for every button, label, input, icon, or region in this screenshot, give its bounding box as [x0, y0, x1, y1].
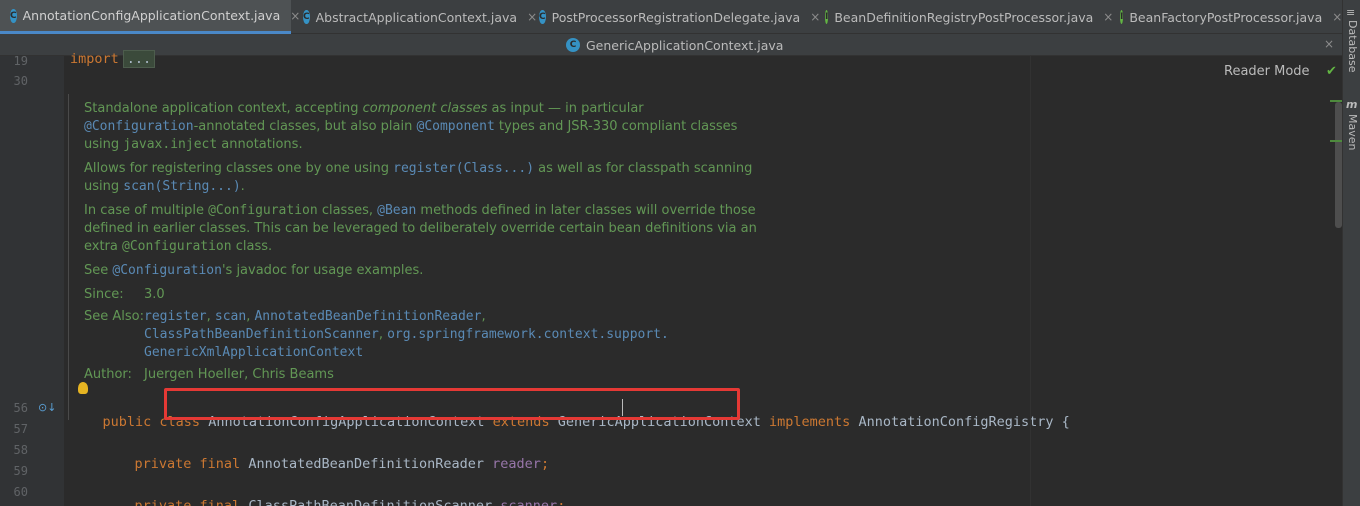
doc-link-bean[interactable]: @Bean — [377, 203, 416, 218]
doc-emphasis: component classes — [362, 101, 488, 116]
line-number-gutter: 19 30 56 57 58 59 60 ⊙↓ — [0, 54, 64, 506]
import-keyword: import — [70, 51, 119, 67]
doc-author-label: Author: — [84, 367, 132, 382]
doc-text: Allows for registering classes one by on… — [84, 161, 394, 176]
tab-label: PostProcessorRegistrationDelegate.java — [551, 9, 801, 25]
scrollbar-marker — [1330, 140, 1342, 142]
class-icon: C — [10, 8, 17, 23]
tab-annotation-config-application-context[interactable]: C AnnotationConfigApplicationContext.jav… — [0, 0, 300, 34]
code-line-60: private final ClassPathBeanDefinitionSca… — [102, 482, 566, 506]
maven-icon[interactable]: m — [1346, 98, 1357, 111]
database-tool-button[interactable]: Database — [1346, 20, 1359, 73]
line-number: 19 — [13, 54, 28, 68]
interface-icon: I — [1120, 10, 1124, 24]
doc-link-register[interactable]: register — [144, 309, 207, 324]
red-highlight-box — [164, 388, 740, 420]
close-icon[interactable]: × — [1324, 37, 1334, 51]
doc-link-configuration[interactable]: @Configuration — [112, 263, 222, 278]
tab-label: BeanFactoryPostProcessor.java — [1129, 9, 1323, 25]
doc-see-also-label: See Also: — [84, 309, 144, 324]
doc-link-generic-xml-context[interactable]: GenericXmlApplicationContext — [144, 345, 363, 360]
tab-label: GenericApplicationContext.java — [586, 37, 784, 53]
tab-label: AbstractApplicationContext.java — [315, 9, 518, 25]
doc-link-scan[interactable]: scan — [215, 309, 246, 324]
reader-mode-button[interactable]: Reader Mode — [1224, 64, 1310, 79]
doc-code: javax.inject — [123, 137, 218, 152]
doc-see-also-row: See Also: register, scan, AnnotatedBeanD… — [84, 309, 669, 360]
tab-bean-factory-post-processor[interactable]: I BeanFactoryPostProcessor.java × — [1110, 0, 1342, 34]
right-margin-guide — [1030, 56, 1031, 506]
doc-text: as input — in particular — [487, 101, 644, 116]
doc-since-row: Since: 3.0 — [84, 286, 758, 304]
line-number: 60 — [13, 485, 28, 499]
doc-author-value: Juergen Hoeller, Chris Beams — [144, 367, 334, 382]
tab-bean-definition-registry-post-processor[interactable]: I BeanDefinitionRegistryPostProcessor.ja… — [815, 0, 1113, 34]
text-cursor — [622, 399, 623, 416]
database-icon[interactable]: ≡ — [1346, 6, 1355, 19]
doc-text: In case of multiple — [84, 203, 209, 218]
doc-since-value: 3.0 — [144, 287, 165, 302]
code-keyword: implements — [769, 414, 859, 430]
doc-code: @Configuration — [208, 203, 318, 218]
inspection-ok-icon[interactable]: ✔ — [1326, 64, 1337, 79]
maven-tool-button[interactable]: Maven — [1346, 114, 1359, 150]
doc-link-register[interactable]: register(Class...) — [393, 161, 534, 176]
tab-abstract-application-context[interactable]: C AbstractApplicationContext.java × — [293, 0, 537, 34]
class-icon: C — [539, 10, 546, 24]
line-number: 56 — [13, 401, 28, 415]
field-name: scanner — [500, 498, 558, 506]
line-number: 57 — [13, 422, 28, 436]
code-punct: ; — [557, 498, 566, 506]
code-punct: ; — [540, 456, 550, 472]
doc-link-configuration[interactable]: @Configuration — [84, 119, 194, 134]
tab-generic-application-context[interactable]: C GenericApplicationContext.java — [566, 34, 783, 56]
close-icon[interactable]: × — [1332, 10, 1342, 24]
doc-link-scan[interactable]: scan(String...) — [123, 179, 240, 194]
doc-link-scanner[interactable]: ClassPathBeanDefinitionScanner — [144, 327, 379, 342]
scrollbar-thumb[interactable] — [1335, 102, 1342, 228]
code-keyword: private final — [134, 456, 249, 472]
doc-text: classes, — [317, 203, 378, 218]
doc-text: -annotated classes, but also plain — [193, 119, 417, 134]
doc-text: Standalone application context, acceptin… — [84, 101, 363, 116]
tab-label: BeanDefinitionRegistryPostProcessor.java — [834, 9, 1094, 25]
class-icon: C — [303, 10, 310, 24]
right-tool-strip: ≡ Database m Maven — [1342, 0, 1360, 506]
field-type[interactable]: ClassPathBeanDefinitionScanner — [248, 498, 500, 506]
code-editor[interactable]: import... Standalone application context… — [64, 50, 1342, 506]
doc-code: @Configuration — [122, 239, 232, 254]
code-line-58: private final AnnotatedBeanDefinitionRea… — [102, 440, 550, 488]
import-fold[interactable]: import... — [70, 50, 156, 68]
doc-text: . — [240, 179, 245, 194]
interface-name[interactable]: AnnotationConfigRegistry { — [858, 414, 1069, 430]
editor-tab-bar: C AnnotationConfigApplicationContext.jav… — [0, 0, 1342, 34]
line-number: 30 — [13, 74, 28, 88]
doc-text: annotations. — [217, 137, 303, 152]
line-number: 58 — [13, 443, 28, 457]
implementation-gutter-icon[interactable]: ⊙↓ — [38, 401, 56, 414]
doc-link-annotated-reader[interactable]: AnnotatedBeanDefinitionReader — [254, 309, 481, 324]
intention-bulb-icon[interactable] — [78, 382, 88, 394]
doc-text: class. — [231, 239, 273, 254]
tab-label: AnnotationConfigApplicationContext.java — [22, 8, 281, 23]
doc-since-label: Since: — [84, 287, 124, 302]
line-number: 59 — [13, 464, 28, 478]
doc-text: 's javadoc for usage examples. — [221, 263, 424, 278]
code-keyword: private final — [134, 498, 249, 506]
doc-link-package[interactable]: org.springframework.context.support. — [387, 327, 669, 342]
field-name: reader — [492, 456, 541, 472]
doc-link-component[interactable]: @Component — [417, 119, 495, 134]
class-icon: C — [566, 38, 580, 52]
editor-tab-bar-secondary: C GenericApplicationContext.java × — [0, 34, 1342, 56]
doc-author-row: Author: Juergen Hoeller, Chris Beams — [84, 366, 758, 384]
tab-post-processor-registration-delegate[interactable]: C PostProcessorRegistrationDelegate.java… — [529, 0, 820, 34]
field-type[interactable]: AnnotatedBeanDefinitionReader — [248, 456, 492, 472]
interface-icon: I — [825, 10, 829, 24]
doc-text: See — [84, 263, 113, 278]
folded-imports-button[interactable]: ... — [122, 50, 156, 68]
rendered-javadoc: Standalone application context, acceptin… — [68, 94, 758, 420]
